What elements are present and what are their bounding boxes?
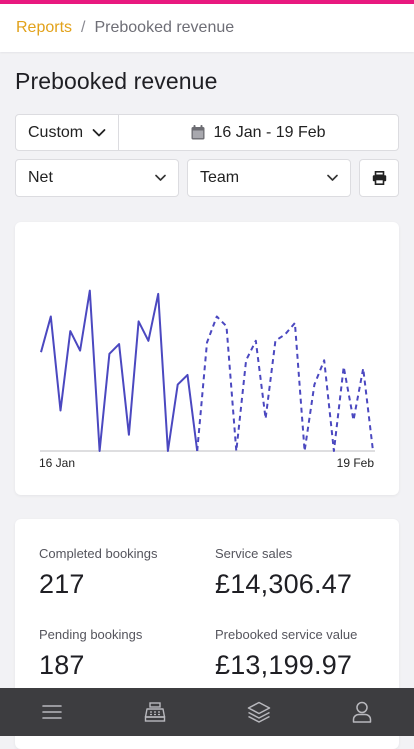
register-icon: [145, 702, 166, 722]
layers-icon: [247, 701, 270, 723]
nav-menu[interactable]: [22, 688, 82, 736]
calendar-icon: [191, 125, 205, 140]
pending-bookings-label: Pending bookings: [39, 627, 143, 642]
group-value: Team: [200, 169, 240, 186]
service-sales-label: Service sales: [215, 546, 293, 561]
chevron-down-icon: [327, 174, 338, 181]
breadcrumb-reports-link[interactable]: Reports: [16, 19, 72, 37]
user-icon: [353, 701, 372, 723]
chart-series-line-projected: [196, 315, 374, 452]
breadcrumb-separator: /: [81, 19, 86, 36]
chevron-down-icon: [92, 128, 106, 136]
completed-bookings-value: 217: [39, 569, 85, 599]
nav-register[interactable]: [125, 688, 185, 736]
date-range-picker[interactable]: 16 Jan - 19 Feb: [118, 114, 399, 151]
page-title: Prebooked revenue: [15, 68, 218, 94]
print-button[interactable]: [359, 159, 399, 197]
group-select[interactable]: Team: [187, 159, 351, 197]
measure-select[interactable]: Net: [15, 159, 179, 197]
measure-value: Net: [28, 169, 53, 186]
date-range-value: 16 Jan - 19 Feb: [213, 123, 326, 141]
revenue-line-chart: 16 Jan 19 Feb: [39, 289, 375, 470]
x-tick-label-end: 19 Feb: [337, 456, 375, 470]
pending-bookings-value: 187: [39, 650, 85, 680]
bottom-navigation: [0, 688, 414, 736]
service-sales-value: £14,306.47: [215, 569, 353, 599]
x-tick-label-start: 16 Jan: [39, 456, 75, 470]
period-dropdown[interactable]: Custom: [15, 114, 119, 151]
period-value: Custom: [28, 123, 84, 141]
breadcrumb: Reports / Prebooked revenue: [0, 4, 414, 52]
menu-icon: [41, 705, 62, 719]
printer-icon: [372, 171, 386, 185]
breadcrumb-current: Prebooked revenue: [94, 19, 235, 36]
nav-layers[interactable]: [229, 688, 289, 736]
nav-profile[interactable]: [332, 688, 392, 736]
prebooked-service-value-label: Prebooked service value: [215, 627, 358, 642]
chart-series-line-actual: [40, 289, 199, 452]
revenue-chart-card: 16 Jan 19 Feb: [15, 222, 399, 495]
chevron-down-icon: [155, 174, 166, 181]
completed-bookings-label: Completed bookings: [39, 546, 158, 561]
prebooked-service-value-value: £13,199.97: [215, 650, 353, 680]
